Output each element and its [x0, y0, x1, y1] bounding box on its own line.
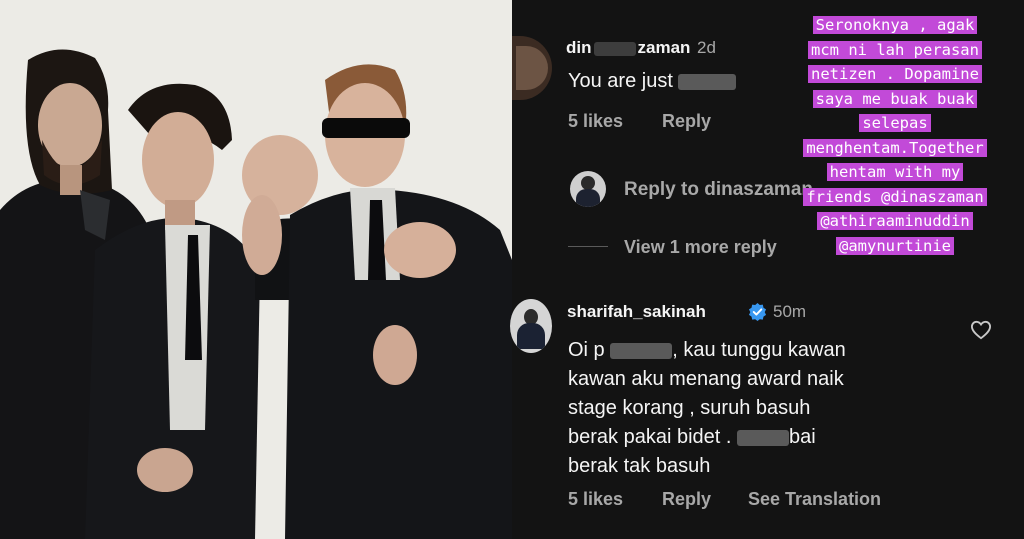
sticker-line: @athiraaminuddin: [817, 212, 973, 230]
comment-likes-count[interactable]: 5 likes: [568, 489, 623, 510]
verified-badge-icon: [748, 302, 767, 321]
comment-text-line: kawan aku menang award naik: [568, 368, 844, 390]
sticker-line: selepas: [859, 114, 931, 132]
reply-button[interactable]: Reply: [662, 111, 711, 132]
comment-timestamp: 50m: [773, 302, 807, 321]
comment-likes-count[interactable]: 5 likes: [568, 111, 623, 132]
see-translation-link[interactable]: See Translation: [748, 489, 881, 510]
sticker-line: netizen . Dopamine: [808, 65, 982, 83]
comment-text-line: berak pakai bidet . bai: [568, 426, 816, 448]
band-photo-illustration: [0, 0, 512, 539]
sticker-line: friends @dinaszaman: [803, 187, 987, 206]
comment-username[interactable]: sharifah_sakinah: [567, 302, 706, 322]
replies-divider: [568, 246, 608, 247]
sticker-line: menghentam.Together: [803, 138, 987, 157]
view-more-replies-link[interactable]: View 1 more reply: [624, 237, 777, 258]
commenter-avatar[interactable]: [510, 299, 552, 353]
sticker-line: mcm ni lah perasan: [808, 40, 982, 59]
sticker-line: saya me buak buak: [812, 89, 978, 108]
comment-text: You are just: [568, 66, 737, 96]
comment-timestamp: 2d: [697, 38, 716, 57]
sticker-line: hentam with my: [826, 163, 964, 181]
heart-icon[interactable]: [970, 320, 992, 340]
comment-text-line: stage korang , suruh basuh: [568, 397, 811, 419]
comment-username[interactable]: din zaman: [566, 38, 690, 58]
story-text-sticker: Seronoknya , agak mcm ni lah perasan net…: [770, 13, 1020, 258]
reply-button[interactable]: Reply: [662, 489, 711, 510]
my-avatar: [570, 171, 606, 207]
band-photo: [0, 0, 512, 539]
comment-text-line: Oi p , kau tunggu kawan: [568, 339, 846, 361]
sticker-line: Seronoknya , agak: [812, 16, 978, 34]
sticker-line: @amynurtinie: [836, 236, 954, 255]
comment-text-line: berak tak basuh: [568, 455, 711, 477]
